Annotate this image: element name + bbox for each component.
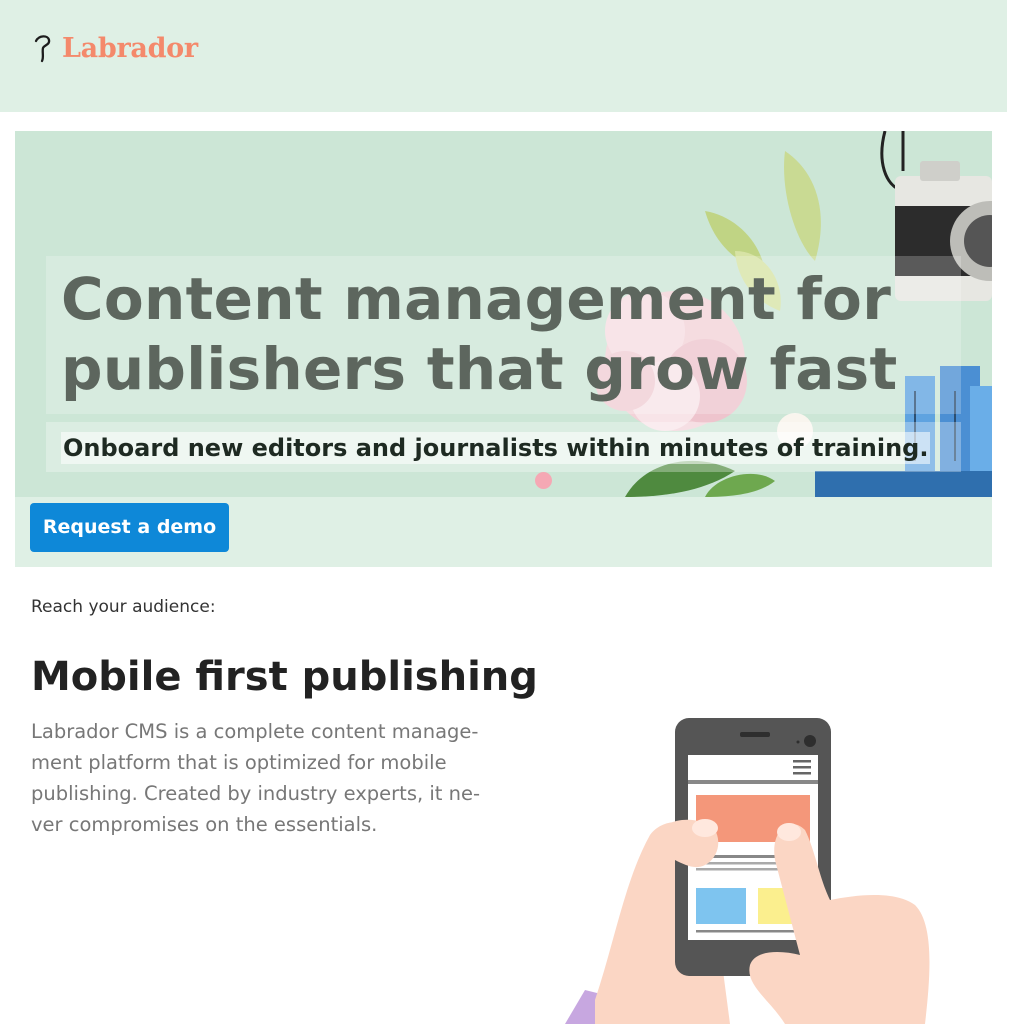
hero-title: Content management for publishers that g… xyxy=(61,264,961,404)
brand-name: Labrador xyxy=(62,32,198,64)
section-body-line4: ver compromises on the essentials. xyxy=(31,813,378,836)
hero-title-line1: Content management for xyxy=(61,265,892,333)
section-eyebrow: Reach your audience: xyxy=(31,597,216,617)
request-demo-button[interactable]: Request a demo xyxy=(30,503,229,552)
section-body-line3: publishing. Created by industry experts,… xyxy=(31,782,481,805)
section-body-line1: Labrador CMS is a complete content manag… xyxy=(31,720,479,743)
section-body-line2: ment platform that is optimized for mobi… xyxy=(31,751,447,774)
hero-subtitle: Onboard new editors and journalists with… xyxy=(61,432,931,464)
carousel-dot-active[interactable] xyxy=(535,472,552,489)
logo[interactable]: Labrador xyxy=(33,32,198,64)
section-title: Mobile first publishing xyxy=(31,654,538,700)
section-body: Labrador CMS is a complete content manag… xyxy=(31,716,541,840)
labrador-logo-icon xyxy=(34,35,51,63)
site-header: Labrador xyxy=(0,0,1007,112)
hero-title-line2: publishers that grow fast xyxy=(61,335,898,403)
phone-in-hands-illustration xyxy=(565,718,930,1024)
